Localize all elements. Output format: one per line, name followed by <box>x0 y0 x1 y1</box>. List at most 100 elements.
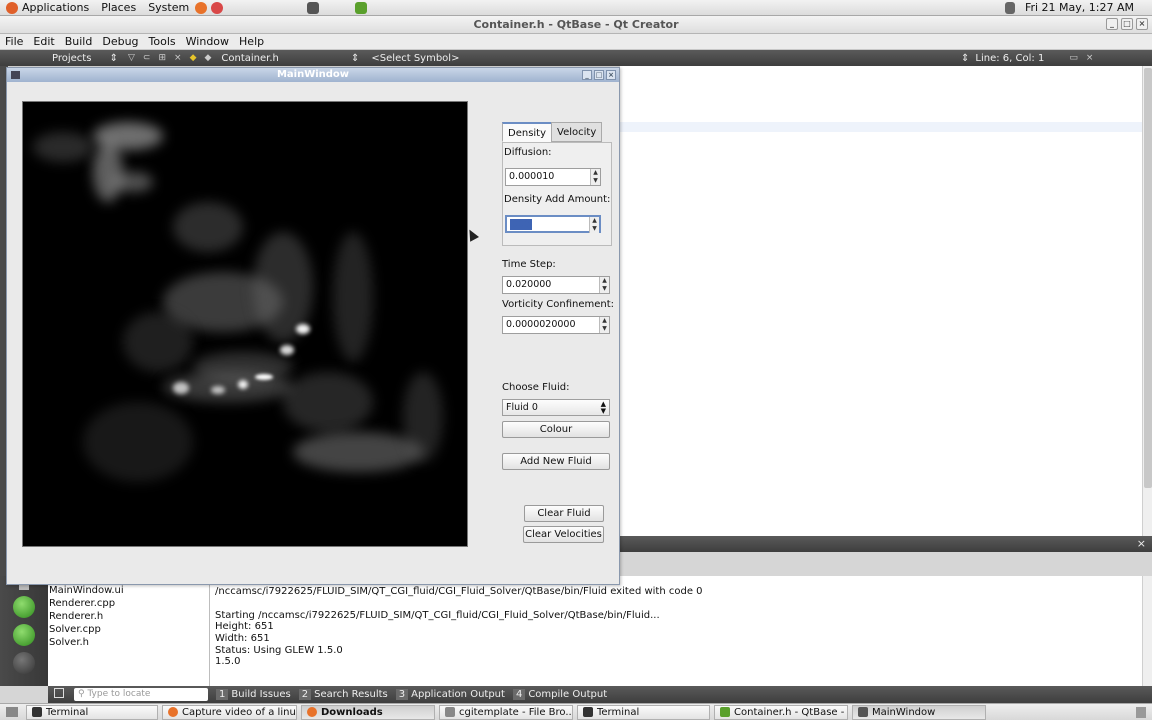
terminal-launcher-icon[interactable] <box>307 1 320 14</box>
tab-build-issues[interactable]: 1 Build Issues <box>216 689 291 700</box>
list-item[interactable]: MainWindow.ui <box>49 584 209 597</box>
density-add-spinbox[interactable]: 000 ▲ ▼ <box>505 215 601 233</box>
volume-icon[interactable] <box>1004 1 1015 14</box>
tab-number: 4 <box>512 689 526 700</box>
list-item[interactable]: Renderer.h <box>49 610 209 623</box>
trash-icon[interactable] <box>1136 707 1146 718</box>
smoke-plume <box>123 312 193 372</box>
menu-build[interactable]: Build <box>60 35 98 48</box>
menu-debug[interactable]: Debug <box>97 35 143 48</box>
tab-application-output[interactable]: 3 Application Output <box>395 689 505 700</box>
close-icon[interactable]: × <box>1136 18 1148 30</box>
firefox-launcher-icon[interactable] <box>195 1 208 14</box>
tab-search-results[interactable]: 2 Search Results <box>298 689 388 700</box>
qtcreator-launcher-icon[interactable] <box>355 1 368 14</box>
tab-number: 1 <box>216 689 229 700</box>
maximize-icon[interactable]: □ <box>1121 18 1133 30</box>
menu-help[interactable]: Help <box>234 35 269 48</box>
run-icon[interactable] <box>13 596 35 618</box>
editor-scrollbar[interactable] <box>1142 66 1152 536</box>
gnome-top-panel: Applications Places System Fri 21 May, 1… <box>0 0 1152 16</box>
chevron-updown-icon: ▲ ▼ <box>600 400 606 415</box>
tab-velocity[interactable]: Velocity <box>551 122 603 142</box>
menu-edit[interactable]: Edit <box>28 35 59 48</box>
gnome-taskbar: Terminal Capture video of a linu... Down… <box>0 703 1152 720</box>
window-menu-icon[interactable] <box>11 71 20 79</box>
clock[interactable]: Fri 21 May, 1:27 AM <box>1019 0 1152 16</box>
tab-label: Search Results <box>314 689 388 700</box>
split-icon[interactable]: ⊞ <box>154 53 170 63</box>
mode-selector <box>0 576 48 686</box>
density-spot <box>296 324 310 334</box>
taskbar-item[interactable]: Terminal <box>26 704 158 720</box>
close-output-icon[interactable]: × <box>1137 537 1146 550</box>
minimize-icon[interactable]: _ <box>582 70 592 80</box>
build-icon[interactable] <box>13 652 35 674</box>
density-add-value: 000 <box>510 219 533 230</box>
taskbar-item[interactable]: Container.h - QtBase - ... <box>714 704 848 720</box>
fluid-select[interactable]: Fluid 0 ▲ ▼ <box>502 399 610 416</box>
places-label: Places <box>101 1 137 14</box>
taskbar-item[interactable]: cgitemplate - File Bro... <box>439 704 573 720</box>
list-item[interactable]: Solver.h <box>49 636 209 649</box>
filter-icon[interactable]: ▽ <box>124 53 139 63</box>
menu-file[interactable]: File <box>0 35 28 48</box>
projects-combo[interactable]: Projects ⇕ <box>46 53 124 64</box>
help-launcher-icon[interactable] <box>211 1 224 14</box>
smoke-plume <box>283 372 373 432</box>
spin-arrows-icon[interactable]: ▲ ▼ <box>590 169 600 185</box>
taskbar-item-label: MainWindow <box>872 706 936 718</box>
list-item[interactable]: Solver.cpp <box>49 623 209 636</box>
spin-arrows-icon[interactable]: ▲ ▼ <box>589 217 599 233</box>
qtcreator-toolbar: Projects ⇕ ▽ ⊂ ⊞ × ◆ ◆ Container.h ⇕ <Se… <box>0 50 1152 66</box>
scrollbar-thumb[interactable] <box>1144 68 1152 488</box>
time-step-spinbox[interactable]: 0.020000 ▲ ▼ <box>502 276 610 294</box>
tab-compile-output[interactable]: 4 Compile Output <box>512 689 607 700</box>
vorticity-spinbox[interactable]: 0.0000020000 ▲ ▼ <box>502 316 610 334</box>
close-editor-icon[interactable]: × <box>1082 53 1098 63</box>
output-line: 1.5.0 <box>215 656 241 668</box>
file-combo[interactable]: Container.h ⇕ <box>215 53 365 64</box>
taskbar-item[interactable]: Capture video of a linu... <box>162 704 297 720</box>
split-editor-icon[interactable]: ▭ <box>1065 53 1082 63</box>
smoke-plume <box>333 232 373 362</box>
spin-arrows-icon[interactable]: ▲ ▼ <box>599 317 609 333</box>
clear-velocities-button[interactable]: Clear Velocities <box>523 526 604 543</box>
close-icon[interactable]: × <box>606 70 616 80</box>
debug-icon[interactable] <box>13 624 35 646</box>
code-editor[interactable] <box>620 66 1142 536</box>
link-icon[interactable]: ⊂ <box>139 53 155 63</box>
list-item[interactable]: Renderer.cpp <box>49 597 209 610</box>
clear-fluid-button[interactable]: Clear Fluid <box>524 505 604 522</box>
symbol-combo[interactable]: <Select Symbol> ⇕ <box>365 53 975 64</box>
applications-menu[interactable]: Applications <box>0 0 95 16</box>
mainwindow-titlebar[interactable]: MainWindow _ □ × <box>7 68 619 82</box>
menu-window[interactable]: Window <box>181 35 234 48</box>
taskbar-item[interactable]: MainWindow <box>852 704 986 720</box>
taskbar-item[interactable]: Downloads <box>301 704 435 720</box>
application-output[interactable]: /nccamsc/i7922625/FLUID_SIM/QT_CGI_fluid… <box>210 576 1142 686</box>
colour-button[interactable]: Colour <box>502 421 610 438</box>
taskbar-item[interactable]: Terminal <box>577 704 710 720</box>
file-browser-icon <box>445 707 455 717</box>
toggle-sidebar-icon[interactable] <box>54 688 64 698</box>
density-spot <box>255 374 273 380</box>
tab-density[interactable]: Density <box>502 122 553 142</box>
fluid-simulation-view[interactable] <box>22 101 468 547</box>
show-desktop-icon[interactable] <box>6 707 18 717</box>
maximize-icon[interactable]: □ <box>594 70 604 80</box>
firefox-icon <box>307 707 317 717</box>
property-tabs: Density Velocity <box>502 122 603 142</box>
diffusion-label: Diffusion: <box>504 147 552 158</box>
locator-input[interactable]: ⚲ Type to locate <box>74 688 208 701</box>
close-sidebar-icon[interactable]: × <box>170 53 186 63</box>
system-menu[interactable]: System <box>142 0 195 16</box>
menu-tools[interactable]: Tools <box>144 35 181 48</box>
diffusion-spinbox[interactable]: 0.000010 ▲ ▼ <box>505 168 601 186</box>
places-menu[interactable]: Places <box>95 0 142 16</box>
minimize-icon[interactable]: _ <box>1106 18 1118 30</box>
output-scrollbar[interactable] <box>1142 576 1152 686</box>
bookmark-icon[interactable]: ◆ <box>186 53 201 63</box>
spin-arrows-icon[interactable]: ▲ ▼ <box>599 277 609 293</box>
add-new-fluid-button[interactable]: Add New Fluid <box>502 453 610 470</box>
